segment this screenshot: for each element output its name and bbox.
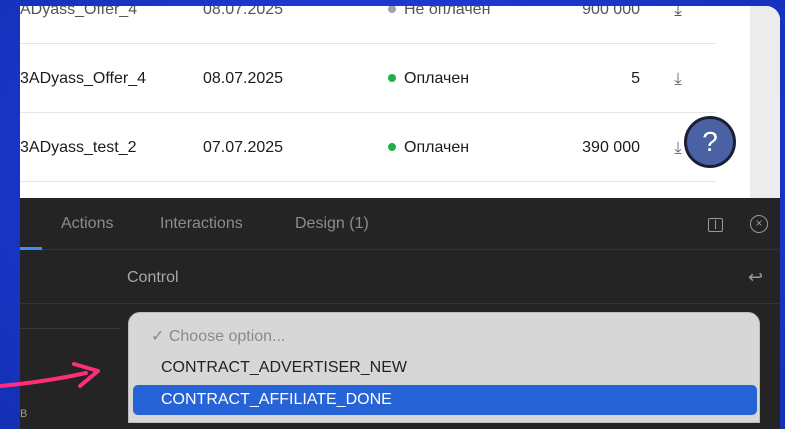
section-title: Control (127, 269, 179, 286)
payments-table: ADyass_Offer_4 08.07.2025 Не оплачен 900… (20, 6, 780, 198)
active-tab-indicator (20, 247, 42, 250)
option-dropdown[interactable]: ✓ Choose option... CONTRACT_ADVERTISER_N… (128, 312, 760, 423)
status-text: Оплачен (404, 139, 470, 156)
cut-off-label: B (20, 408, 28, 420)
layout-toggle-icon[interactable] (708, 218, 723, 232)
offer-date: 08.07.2025 (203, 6, 284, 18)
status-text: Оплачен (404, 70, 470, 87)
control-section-header: Control ↩ (20, 251, 780, 304)
status-text: Не оплачен (404, 6, 491, 18)
status-badge: Оплачен (388, 44, 469, 113)
status-dot-icon (388, 142, 396, 151)
offer-date: 07.07.2025 (203, 139, 284, 156)
offer-date: 08.07.2025 (203, 70, 284, 87)
table-scrollbar[interactable] (750, 6, 780, 198)
dropdown-option-affiliate-done[interactable]: CONTRACT_AFFILIATE_DONE (133, 385, 757, 415)
status-badge: Не оплачен (388, 6, 490, 44)
help-button[interactable]: ? (684, 116, 736, 168)
close-icon[interactable]: × (750, 215, 768, 233)
divider (20, 328, 120, 329)
table-row[interactable]: 3ADyass_Offer_4 08.07.2025 Оплачен 5 ⤓ (20, 44, 716, 113)
undo-icon[interactable]: ↩ (748, 267, 763, 288)
amount: 5 (631, 70, 640, 87)
tab-design[interactable]: Design (1) (295, 198, 369, 250)
download-icon[interactable]: ⤓ (668, 44, 688, 113)
panel-tabbar: Actions Interactions Design (1) × (20, 198, 780, 250)
table-row[interactable]: 3ADyass_test_2 07.07.2025 Оплачен 390 00… (20, 113, 716, 182)
dropdown-placeholder-option[interactable]: ✓ Choose option... (129, 322, 761, 352)
amount: 900 000 (582, 6, 640, 18)
download-icon[interactable]: ⤓ (668, 6, 688, 44)
offer-name: 3ADyass_test_2 (20, 139, 137, 156)
offer-name: 3ADyass_Offer_4 (20, 70, 146, 87)
tab-interactions[interactable]: Interactions (160, 198, 243, 250)
dropdown-option-advertiser-new[interactable]: CONTRACT_ADVERTISER_NEW (129, 353, 761, 383)
app-window: ADyass_Offer_4 08.07.2025 Не оплачен 900… (20, 6, 780, 429)
table-row[interactable]: ADyass_Offer_4 08.07.2025 Не оплачен 900… (20, 6, 716, 44)
annotation-arrow-icon (0, 362, 100, 388)
offer-name: ADyass_Offer_4 (20, 6, 138, 18)
status-badge: Оплачен (388, 113, 469, 182)
amount: 390 000 (582, 139, 640, 156)
status-dot-icon (388, 6, 396, 13)
status-dot-icon (388, 73, 396, 82)
tab-actions[interactable]: Actions (61, 198, 113, 250)
